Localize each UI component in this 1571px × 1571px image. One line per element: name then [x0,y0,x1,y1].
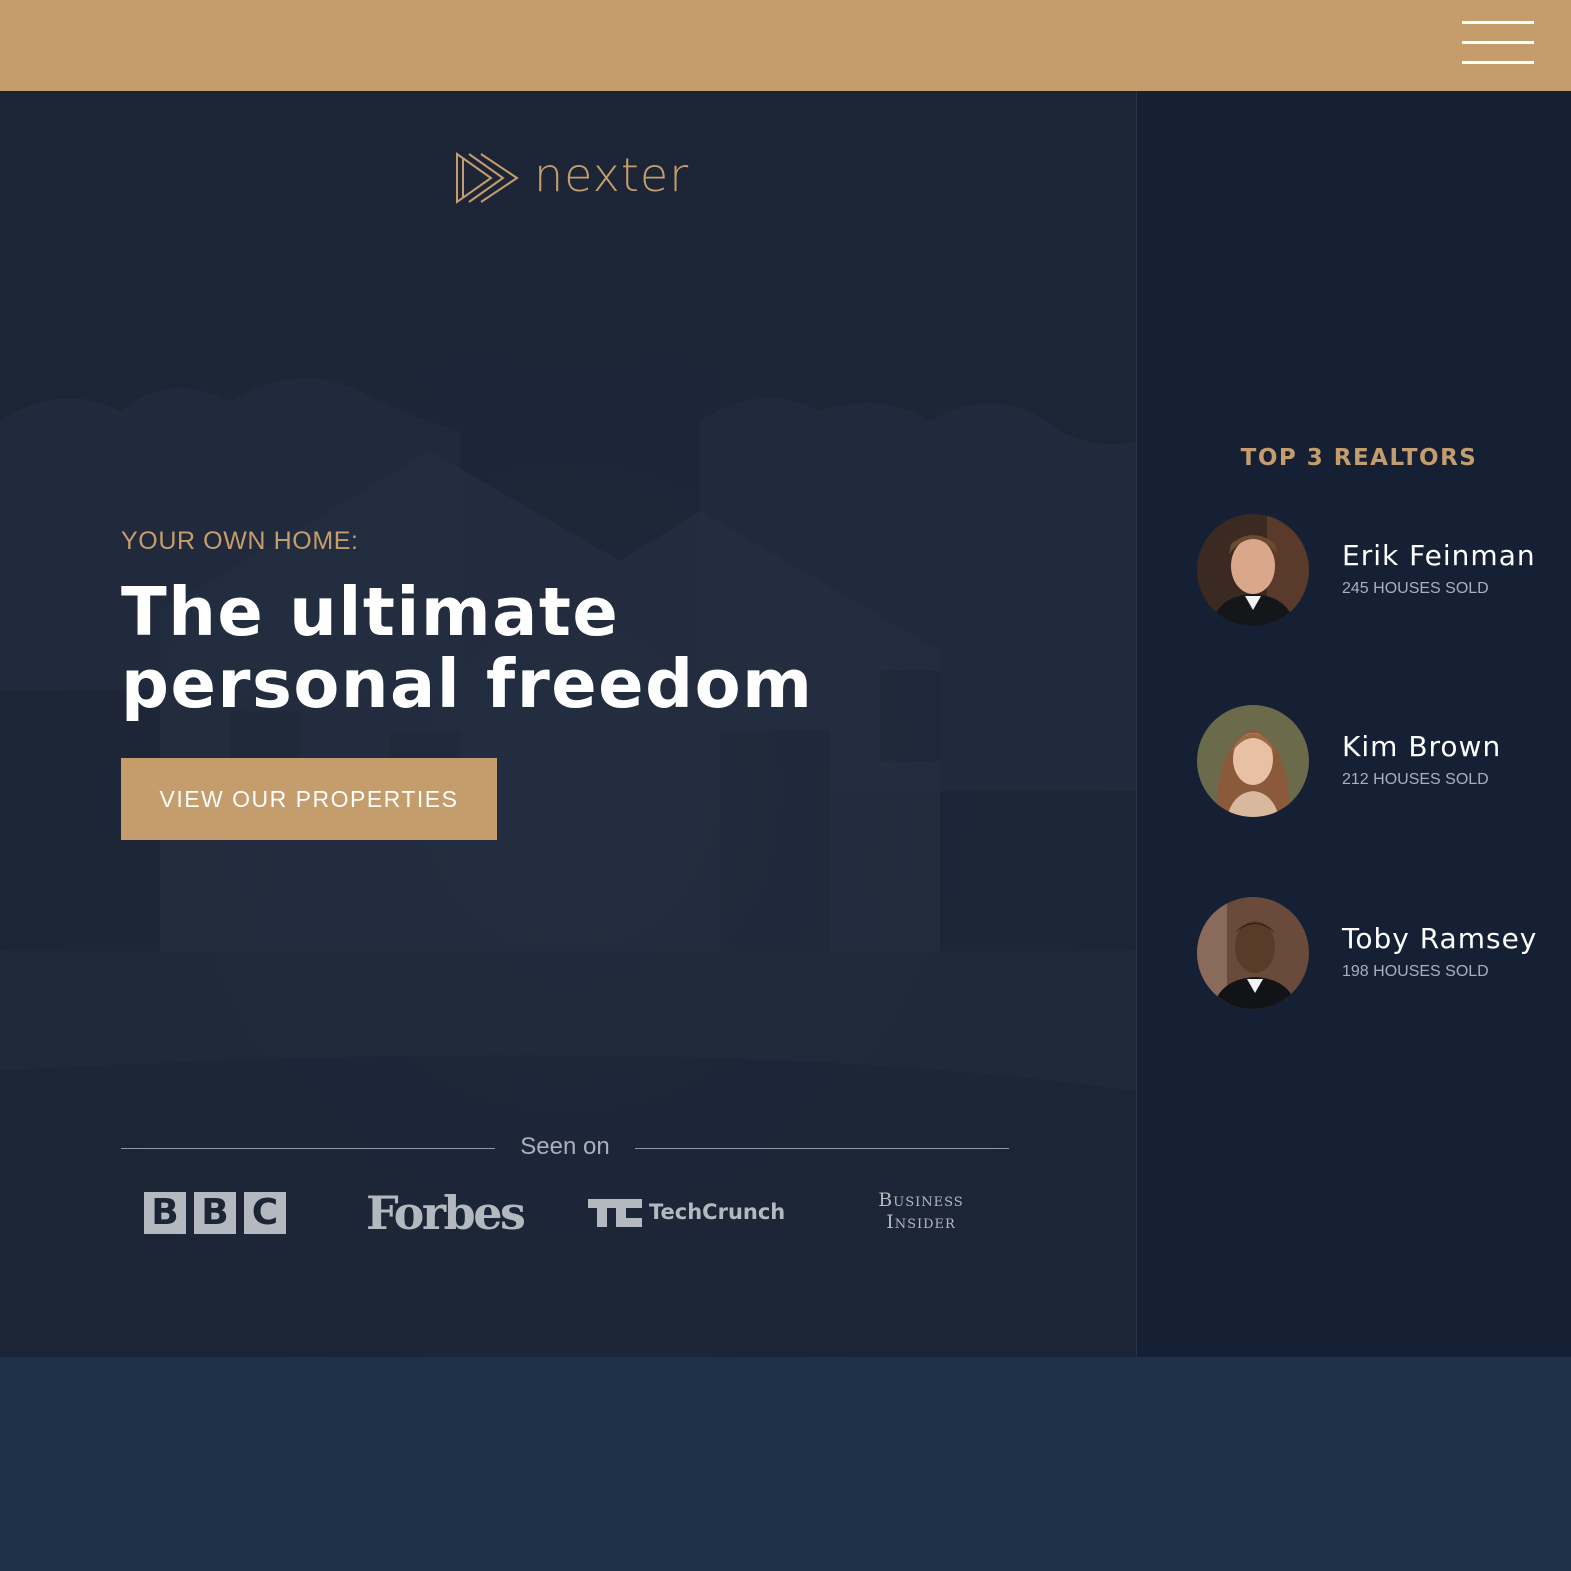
bi-line: Insider [886,1211,956,1233]
realtor-houses-sold: 198 HOUSES SOLD [1342,963,1489,980]
business-insider-logo: Business Insider [866,1189,976,1237]
realtor-name: Kim Brown [1342,730,1502,763]
avatar [1197,514,1309,626]
house-background-image [0,91,1136,1357]
avatar [1197,897,1309,1009]
bbc-letter: C [244,1192,286,1234]
hero-headline: The ultimate personal freedom [121,573,814,723]
realtor-houses-sold: 212 HOUSES SOLD [1342,771,1489,788]
menu-line [1462,61,1534,64]
divider-line [121,1148,495,1149]
forbes-logo: Forbes [366,1186,526,1240]
realtor-name: Toby Ramsey [1342,922,1538,955]
realtor-card[interactable]: Toby Ramsey 198 HOUSES SOLD [1197,897,1571,1009]
avatar [1197,705,1309,817]
nexter-logo[interactable]: nexter [455,148,688,211]
realtor-houses-sold: 245 HOUSES SOLD [1342,580,1489,597]
realtor-name: Erik Feinman [1342,539,1536,572]
techcrunch-logo: TechCrunch [588,1189,788,1237]
techcrunch-mark-icon [588,1199,642,1227]
realtors-title: TOP 3 REALTORS [1240,445,1478,471]
bi-line: Business [878,1189,964,1211]
bbc-letter: B [194,1192,236,1234]
seen-on-label: Seen on [520,1133,610,1160]
menu-line [1462,41,1534,44]
triple-play-logo-icon [456,152,519,204]
realtor-card[interactable]: Kim Brown 212 HOUSES SOLD [1197,705,1571,817]
hamburger-menu-icon[interactable] [1462,20,1534,66]
view-properties-button[interactable]: VIEW OUR PROPERTIES [121,758,497,840]
menu-line [1462,21,1534,24]
divider-line [635,1148,1009,1149]
bbc-logo: B B C [144,1189,286,1237]
top-bar [0,0,1571,91]
realtors-sidebar: TOP 3 REALTORS Erik Feinman 245 HOUSES S… [1136,91,1571,1357]
realtor-card[interactable]: Erik Feinman 245 HOUSES SOLD [1197,514,1571,626]
hero-eyebrow: YOUR OWN HOME: [121,527,359,555]
next-section [0,1357,1571,1571]
techcrunch-wordmark: TechCrunch [649,1200,786,1224]
hero-section: nexter YOUR OWN HOME: The ultimate perso… [0,91,1136,1357]
bbc-letter: B [144,1192,186,1234]
logo-wordmark: nexter [534,148,690,202]
